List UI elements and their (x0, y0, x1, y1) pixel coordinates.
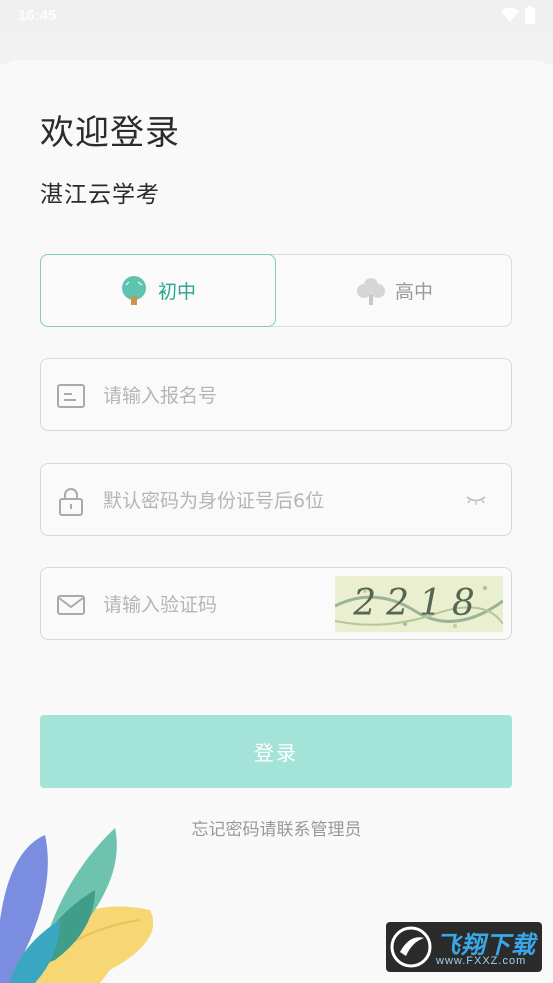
id-card-icon (57, 384, 85, 408)
mail-icon (57, 595, 85, 615)
tree-green-icon (121, 275, 146, 305)
level-option-senior[interactable]: 高中 (277, 254, 513, 327)
level-label-senior: 高中 (394, 281, 433, 303)
page-title: 欢迎登录 (40, 113, 180, 153)
reg-number-field (40, 358, 512, 432)
battery-icon (525, 6, 535, 24)
status-bar: 16:45 (0, 0, 553, 34)
leaves-decoration (0, 828, 154, 983)
login-button[interactable]: 登录 (40, 715, 512, 788)
watermark-url: www.FXXZ.com (436, 955, 527, 967)
password-field (40, 463, 512, 537)
eye-closed-icon[interactable] (465, 494, 487, 506)
watermark: 飞翔下载 www.FXXZ.com (386, 922, 542, 972)
captcha-text: 2218 (353, 583, 485, 624)
status-icons (501, 6, 535, 24)
level-label-junior: 初中 (157, 281, 196, 303)
wifi-icon (501, 7, 519, 22)
password-input[interactable] (101, 464, 465, 537)
captcha-field: 2218 (40, 567, 512, 641)
level-toggle: 初中 高中 (40, 254, 512, 327)
lock-icon (59, 488, 83, 516)
tree-grey-icon (356, 277, 385, 305)
watermark-logo-icon (390, 926, 432, 968)
captcha-image[interactable]: 2218 (335, 576, 503, 632)
reg-number-input[interactable] (101, 359, 405, 432)
captcha-input[interactable] (101, 568, 325, 641)
page-subtitle: 湛江云学考 (40, 182, 160, 208)
level-option-junior[interactable]: 初中 (40, 254, 276, 327)
status-time: 16:45 (18, 7, 57, 24)
